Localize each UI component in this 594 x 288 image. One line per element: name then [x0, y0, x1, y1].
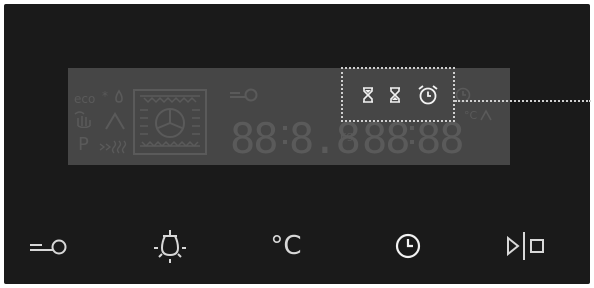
temp-rising-icon: [480, 109, 492, 121]
temperature-button-label: °C: [270, 231, 302, 261]
lock-button[interactable]: [26, 226, 70, 266]
hand-wash-icon: [74, 111, 91, 128]
program-p-label: P: [78, 134, 89, 155]
clock-icon: [395, 233, 421, 259]
defrost-steam-icon: *: [102, 89, 123, 103]
timer-icons-callout-box: [341, 67, 455, 122]
oven-light-icon: [154, 230, 186, 263]
top-heat-icon: [105, 112, 125, 130]
display-digits-right-hours: 88: [362, 114, 411, 163]
callout-leader-line: [455, 100, 591, 102]
oven-cavity-icon: [133, 89, 207, 155]
temp-unit-indicator: °C: [464, 109, 478, 122]
display-colon-left: [283, 126, 287, 154]
light-button[interactable]: [148, 226, 192, 266]
key-lock-icon: [30, 239, 67, 255]
start-stop-button[interactable]: [504, 226, 548, 266]
svg-text:*: *: [102, 89, 108, 103]
steam-waves-icon: [99, 140, 127, 154]
weight-unit-label: kg: [340, 129, 354, 142]
timer-button[interactable]: [386, 226, 430, 266]
temperature-button[interactable]: °C: [264, 226, 308, 266]
display-colon-right: [410, 126, 414, 154]
play-stop-icon: [507, 232, 544, 260]
display-digits-right-minutes: 88: [416, 114, 465, 163]
display-digits-left-hours: 88: [230, 114, 279, 163]
child-lock-indicator-icon: [230, 88, 258, 102]
eco-label: eco: [74, 92, 96, 106]
